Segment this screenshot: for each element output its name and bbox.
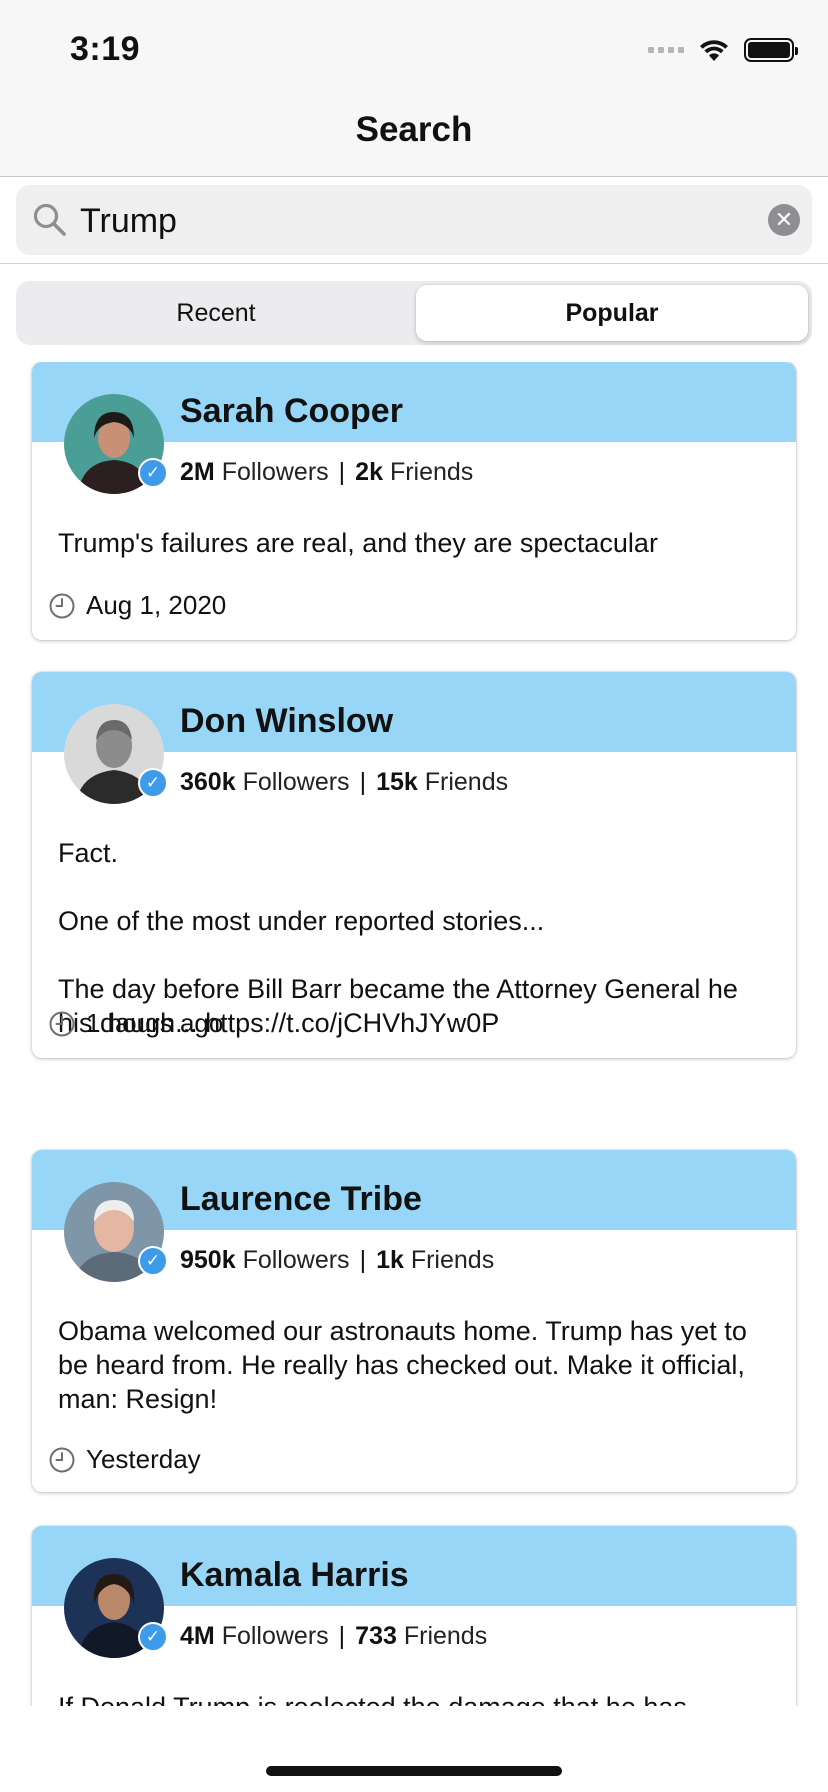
- stats-divider: |: [338, 1622, 346, 1650]
- tweet-timestamp: Aug 1, 2020: [48, 590, 226, 621]
- author-stats: 950k Followers | 1k Friends: [180, 1246, 494, 1275]
- followers-count: 4M: [180, 1622, 215, 1650]
- clock-icon: [49, 1011, 75, 1036]
- followers-label: Followers: [221, 458, 329, 486]
- author-name[interactable]: Sarah Cooper: [180, 392, 403, 431]
- tweet-text: Obama welcomed our astronauts home. Trum…: [58, 1316, 747, 1414]
- author-stats: 360k Followers | 15k Friends: [180, 768, 508, 797]
- verified-icon: ✓: [138, 458, 168, 488]
- search-bar: ✕: [0, 177, 828, 264]
- status-icons: [648, 36, 798, 64]
- stats-divider: |: [359, 768, 367, 796]
- followers-count: 2M: [180, 458, 215, 486]
- tweet-card[interactable]: ✓ Don Winslow 360k Followers | 15k Friends…: [32, 672, 796, 1058]
- author-stats: 4M Followers | 733 Friends: [180, 1622, 487, 1651]
- tweet-text: Trump's failures are real, and they are …: [58, 528, 658, 558]
- friends-label: Friends: [403, 1622, 488, 1650]
- search-field[interactable]: ✕: [16, 185, 812, 255]
- followers-label: Followers: [221, 1622, 329, 1650]
- status-time: 3:19: [70, 30, 141, 68]
- cellular-signal-icon: [648, 47, 684, 53]
- navigation-bar: 3:19 Search: [0, 0, 828, 177]
- home-indicator[interactable]: [266, 1766, 562, 1776]
- author-name[interactable]: Don Winslow: [180, 702, 393, 741]
- tweet-card[interactable]: ✓ Laurence Tribe 950k Followers | 1k Frien…: [32, 1150, 796, 1492]
- tweet-feed[interactable]: ✓ Sarah Cooper 2M Followers | 2k Friends T…: [0, 362, 828, 1706]
- author-name[interactable]: Kamala Harris: [180, 1556, 409, 1595]
- timestamp-text: Aug 1, 2020: [86, 590, 227, 620]
- search-icon: [33, 203, 66, 236]
- friends-count: 15k: [376, 768, 418, 796]
- wifi-icon: [700, 40, 728, 61]
- followers-label: Followers: [242, 768, 350, 796]
- segmented-control: Recent Popular: [16, 281, 812, 345]
- verified-icon: ✓: [138, 1622, 168, 1652]
- friends-label: Friends: [389, 458, 474, 486]
- clear-icon[interactable]: ✕: [768, 204, 800, 236]
- friends-count: 2k: [355, 458, 383, 486]
- followers-label: Followers: [242, 1246, 350, 1274]
- author-name[interactable]: Laurence Tribe: [180, 1180, 422, 1219]
- verified-icon: ✓: [138, 1246, 168, 1276]
- friends-label: Friends: [410, 1246, 495, 1274]
- followers-count: 950k: [180, 1246, 236, 1274]
- stats-divider: |: [338, 458, 346, 486]
- search-input[interactable]: [78, 193, 742, 249]
- followers-count: 360k: [180, 768, 236, 796]
- page-title: Search: [355, 110, 473, 149]
- battery-icon: [744, 38, 798, 62]
- friends-count: 1k: [376, 1246, 404, 1274]
- verified-icon: ✓: [138, 768, 168, 798]
- tweet-timestamp: 1 hours ago: [48, 1008, 223, 1039]
- tweet-card[interactable]: ✓ Kamala Harris 4M Followers | 733 Friends…: [32, 1526, 796, 1706]
- author-stats: 2M Followers | 2k Friends: [180, 458, 473, 487]
- tweet-text: If Donald Trump is reelected the damage …: [58, 1690, 770, 1706]
- timestamp-text: Yesterday: [86, 1444, 201, 1474]
- stats-divider: |: [359, 1246, 367, 1274]
- clock-icon: [49, 1447, 75, 1472]
- friends-label: Friends: [424, 768, 509, 796]
- tweet-card[interactable]: ✓ Sarah Cooper 2M Followers | 2k Friends T…: [32, 362, 796, 640]
- segment-popular[interactable]: Popular: [416, 285, 808, 341]
- friends-count: 733: [355, 1622, 397, 1650]
- tweet-timestamp: Yesterday: [48, 1444, 201, 1475]
- timestamp-text: 1 hours ago: [86, 1008, 224, 1038]
- clock-icon: [49, 593, 75, 618]
- segment-recent[interactable]: Recent: [20, 285, 412, 341]
